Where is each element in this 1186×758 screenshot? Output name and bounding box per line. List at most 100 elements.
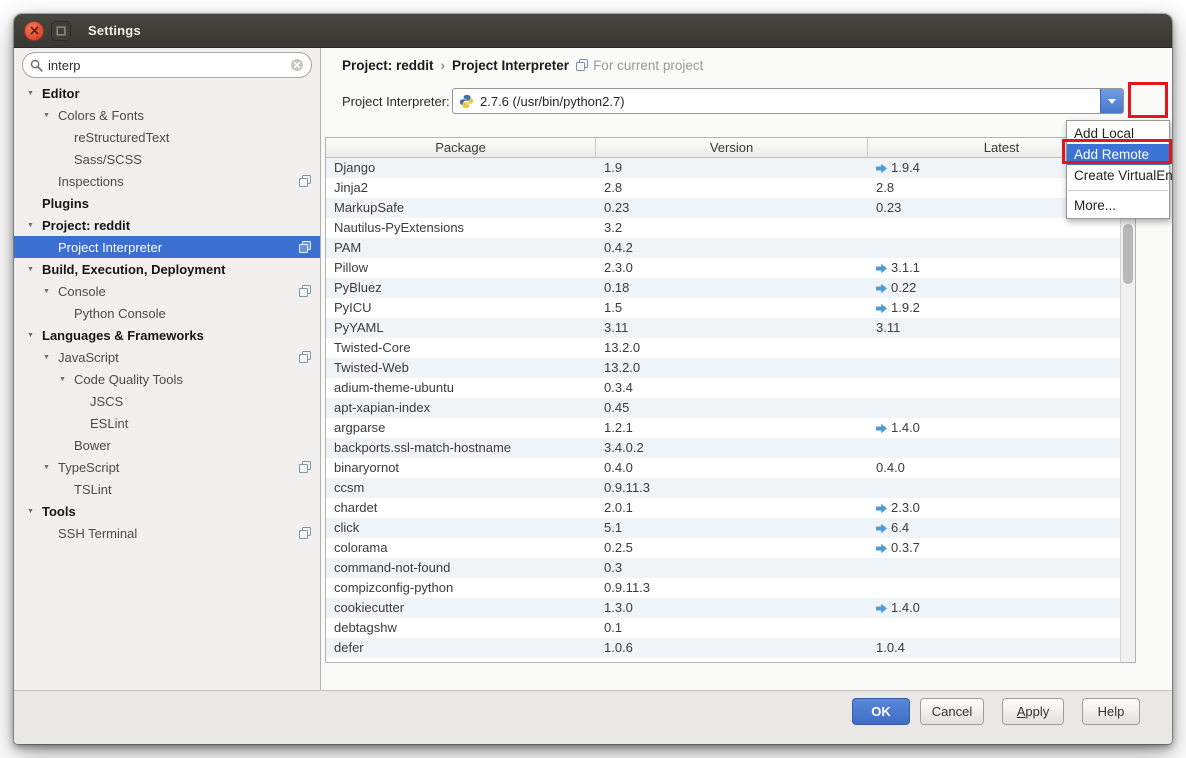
sidebar-item-editor[interactable]: ▼Editor: [14, 82, 320, 104]
sidebar-item-inspections[interactable]: Inspections: [14, 170, 320, 192]
desktop-background: Settings ▼Editor▼Colors & FontsreStructu…: [0, 0, 1186, 758]
sidebar-item-ssh-terminal[interactable]: SSH Terminal: [14, 522, 320, 544]
interpreter-dropdown-button[interactable]: [1100, 89, 1123, 113]
ok-button[interactable]: OK: [852, 698, 910, 725]
cancel-button-label: Cancel: [932, 704, 972, 719]
scrollbar-thumb[interactable]: [1123, 224, 1133, 284]
chevron-down-icon[interactable]: ▼: [27, 332, 42, 339]
sidebar-item-bower[interactable]: Bower: [14, 434, 320, 456]
settings-search-box[interactable]: [22, 52, 312, 78]
search-input[interactable]: [48, 58, 285, 73]
upgrade-arrow-icon: [876, 503, 887, 514]
menu-item-add-local[interactable]: Add Local: [1067, 123, 1169, 144]
chevron-down-icon[interactable]: ▼: [43, 464, 58, 471]
ok-button-label: OK: [871, 704, 891, 719]
package-row-compizconfig-python[interactable]: compizconfig-python0.9.11.3: [326, 578, 1120, 598]
package-version: 0.4.0: [596, 458, 868, 478]
chevron-down-icon[interactable]: ▼: [27, 508, 42, 515]
package-row-chardet[interactable]: chardet2.0.12.3.0: [326, 498, 1120, 518]
package-row-twisted-core[interactable]: Twisted-Core13.2.0: [326, 338, 1120, 358]
chevron-down-icon[interactable]: ▼: [43, 354, 58, 361]
package-row-debtagshw[interactable]: debtagshw0.1: [326, 618, 1120, 638]
sidebar-item-label: Colors & Fonts: [58, 108, 311, 123]
package-name: MarkupSafe: [326, 198, 596, 218]
sidebar-item-tools[interactable]: ▼Tools: [14, 500, 320, 522]
package-version: 1.2.1: [596, 418, 868, 438]
package-row-ccsm[interactable]: ccsm0.9.11.3: [326, 478, 1120, 498]
package-row-twisted-web[interactable]: Twisted-Web13.2.0: [326, 358, 1120, 378]
sidebar-item-tslint[interactable]: TSLint: [14, 478, 320, 500]
window-close-button[interactable]: [24, 21, 44, 41]
package-row-binaryornot[interactable]: binaryornot0.4.00.4.0: [326, 458, 1120, 478]
sidebar-item-javascript[interactable]: ▼JavaScript: [14, 346, 320, 368]
sidebar-item-build-execution-deployment[interactable]: ▼Build, Execution, Deployment: [14, 258, 320, 280]
package-row-adium-theme-ubuntu[interactable]: adium-theme-ubuntu0.3.4: [326, 378, 1120, 398]
package-latest: 2.3.0: [868, 498, 1120, 518]
copy-scope-icon: [576, 59, 588, 71]
package-row-pam[interactable]: PAM0.4.2: [326, 238, 1120, 258]
sidebar-item-console[interactable]: ▼Console: [14, 280, 320, 302]
sidebar-item-colors-fonts[interactable]: ▼Colors & Fonts: [14, 104, 320, 126]
sidebar-item-sass-scss[interactable]: Sass/SCSS: [14, 148, 320, 170]
sidebar-item-plugins[interactable]: Plugins: [14, 192, 320, 214]
package-latest: 1.0.4: [868, 638, 1120, 658]
menu-item-add-remote[interactable]: Add Remote: [1067, 144, 1169, 165]
package-latest: [868, 358, 1120, 378]
sidebar-item-project-interpreter[interactable]: Project Interpreter: [14, 236, 320, 258]
package-row-click[interactable]: click5.16.4: [326, 518, 1120, 538]
package-row-nautilus-pyextensions[interactable]: Nautilus-PyExtensions3.2: [326, 218, 1120, 238]
package-row-apt-xapian-index[interactable]: apt-xapian-index0.45: [326, 398, 1120, 418]
chevron-down-icon[interactable]: ▼: [27, 90, 42, 97]
sidebar-item-restructuredtext[interactable]: reStructuredText: [14, 126, 320, 148]
cancel-button[interactable]: Cancel: [920, 698, 984, 725]
sidebar-item-label: reStructuredText: [74, 130, 311, 145]
sidebar-item-jscs[interactable]: JSCS: [14, 390, 320, 412]
sidebar-item-label: TypeScript: [58, 460, 299, 475]
package-version: 1.9: [596, 158, 868, 178]
package-row-dirspec[interactable]: dirspec13.1013.08: [326, 658, 1120, 662]
package-row-backports-ssl-match-hostname[interactable]: backports.ssl-match-hostname3.4.0.2: [326, 438, 1120, 458]
package-name: Twisted-Web: [326, 358, 596, 378]
help-button[interactable]: Help: [1082, 698, 1140, 725]
column-header-package: Package: [326, 138, 596, 157]
clear-search-icon[interactable]: [290, 58, 304, 72]
chevron-down-icon[interactable]: ▼: [43, 288, 58, 295]
package-row-colorama[interactable]: colorama0.2.50.3.7: [326, 538, 1120, 558]
package-row-pillow[interactable]: Pillow2.3.03.1.1: [326, 258, 1120, 278]
sidebar-item-eslint[interactable]: ESLint: [14, 412, 320, 434]
package-row-pyicu[interactable]: PyICU1.51.9.2: [326, 298, 1120, 318]
package-row-cookiecutter[interactable]: cookiecutter1.3.01.4.0: [326, 598, 1120, 618]
breadcrumb-scope: For current project: [576, 58, 703, 73]
sidebar-item-code-quality-tools[interactable]: ▼Code Quality Tools: [14, 368, 320, 390]
sidebar-item-languages-frameworks[interactable]: ▼Languages & Frameworks: [14, 324, 320, 346]
sidebar-item-typescript[interactable]: ▼TypeScript: [14, 456, 320, 478]
window-maximize-button[interactable]: [51, 21, 71, 41]
upgrade-arrow-icon: [876, 263, 887, 274]
package-row-markupsafe[interactable]: MarkupSafe0.230.23: [326, 198, 1120, 218]
sidebar-item-label: JSCS: [90, 394, 311, 409]
package-row-pyyaml[interactable]: PyYAML3.113.11: [326, 318, 1120, 338]
vertical-scrollbar[interactable]: [1120, 158, 1135, 662]
chevron-down-icon[interactable]: ▼: [59, 376, 74, 383]
package-version: 3.11: [596, 318, 868, 338]
sidebar-item-project-reddit[interactable]: ▼Project: reddit: [14, 214, 320, 236]
python-icon: [459, 94, 474, 109]
package-version: 13.2.0: [596, 338, 868, 358]
sidebar-item-label: JavaScript: [58, 350, 299, 365]
package-row-argparse[interactable]: argparse1.2.11.4.0: [326, 418, 1120, 438]
apply-button[interactable]: Apply: [1002, 698, 1064, 725]
package-row-defer[interactable]: defer1.0.61.0.4: [326, 638, 1120, 658]
package-latest: [868, 218, 1120, 238]
package-row-command-not-found[interactable]: command-not-found0.3: [326, 558, 1120, 578]
package-row-pybluez[interactable]: PyBluez0.180.22: [326, 278, 1120, 298]
chevron-down-icon[interactable]: ▼: [27, 266, 42, 273]
package-row-jinja2[interactable]: Jinja22.82.8: [326, 178, 1120, 198]
menu-item-more[interactable]: More...: [1067, 195, 1169, 216]
chevron-down-icon[interactable]: ▼: [43, 112, 58, 119]
package-row-django[interactable]: Django1.91.9.4: [326, 158, 1120, 178]
chevron-down-icon[interactable]: ▼: [27, 222, 42, 229]
menu-item-create-virtualenv[interactable]: Create VirtualEnv: [1067, 165, 1169, 186]
sidebar-item-python-console[interactable]: Python Console: [14, 302, 320, 324]
breadcrumb-scope-label: For current project: [593, 58, 703, 73]
interpreter-combobox[interactable]: 2.7.6 (/usr/bin/python2.7): [452, 88, 1124, 114]
